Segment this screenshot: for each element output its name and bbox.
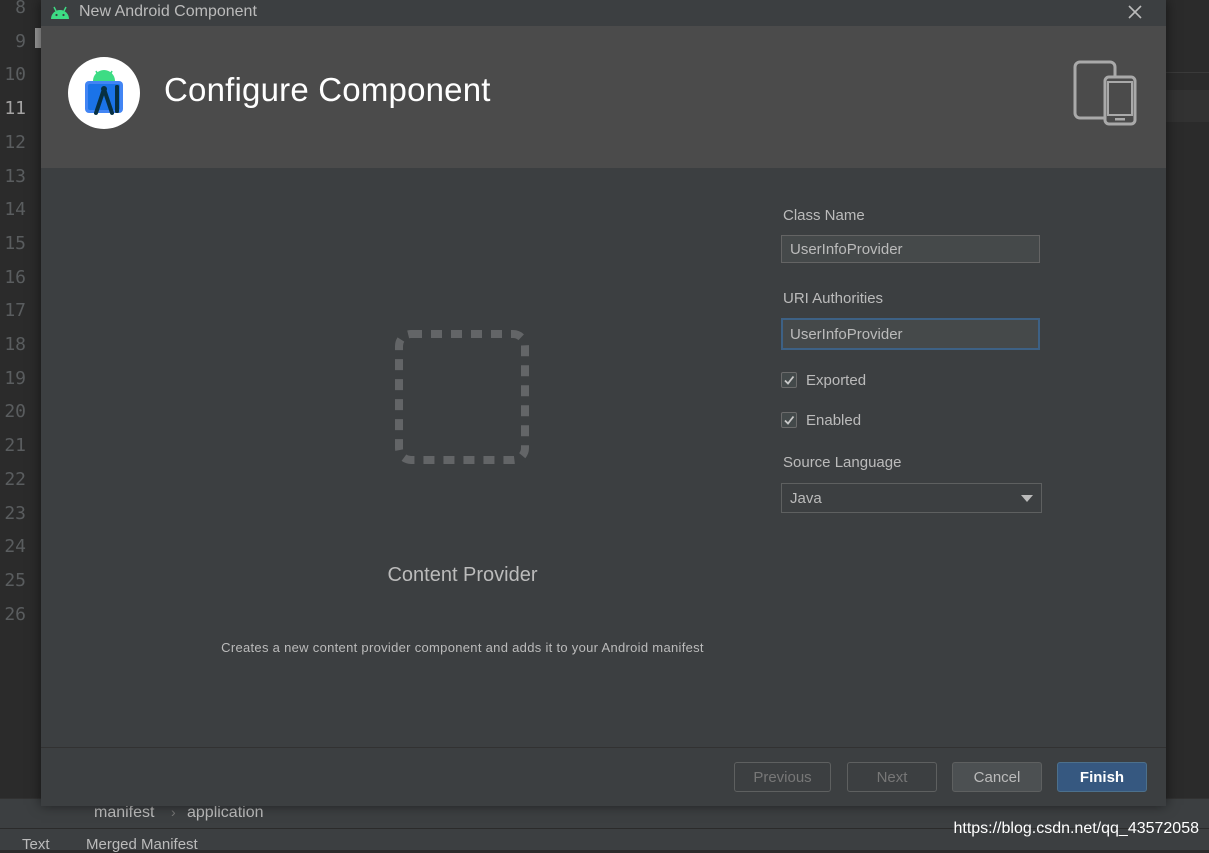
line-number: 23 [4,502,26,524]
line-number: 15 [4,232,26,254]
page-title: Configure Component [164,71,491,108]
cancel-button[interactable]: Cancel [952,762,1042,792]
source-language-select[interactable]: Java [781,483,1042,513]
line-number: 10 [4,64,26,86]
editor-gutter: 8 9 10 11 12 13 14 15 16 17 18 19 20 21 22 23 24 25 26 [0,0,32,800]
line-number: 19 [4,367,26,389]
check-icon [784,375,795,385]
class-name-label: Class Name [783,207,865,224]
dialog-titlebar[interactable]: New Android Component [41,0,1166,26]
line-number: 26 [4,603,26,625]
watermark-url: https://blog.csdn.net/qq_43572058 [953,820,1199,837]
finish-button[interactable]: Finish [1057,762,1147,792]
tab-text[interactable]: Text [22,836,50,853]
line-number: 14 [4,199,26,221]
line-number: 22 [4,468,26,490]
editor-current-line [1166,90,1209,122]
android-studio-logo-icon [68,57,140,129]
phone-tablet-icon [1073,60,1137,126]
breadcrumb-manifest[interactable]: manifest [94,804,154,822]
next-button[interactable]: Next [847,762,937,792]
uri-authorities-label: URI Authorities [783,290,884,307]
component-placeholder-icon [395,330,529,464]
dialog-footer: Previous Next Cancel Finish [41,747,1166,806]
line-number: 24 [4,536,26,558]
exported-checkbox[interactable] [781,372,797,388]
line-number: 8 [15,0,26,18]
source-language-label: Source Language [783,454,902,471]
check-icon [784,415,795,425]
enabled-checkbox-row[interactable]: Enabled [781,410,861,430]
exported-label: Exported [806,371,867,389]
enabled-label: Enabled [806,411,862,429]
dialog-header: Configure Component [41,26,1166,168]
chevron-down-icon [1021,495,1033,502]
breadcrumb-separator-icon: › [171,804,176,820]
dialog-body: Content Provider Creates a new content p… [41,168,1166,747]
line-number: 13 [4,165,26,187]
editor-divider [1166,72,1209,73]
new-android-component-dialog: New Android Component Configure Componen… [41,0,1166,806]
line-number: 16 [4,266,26,288]
android-head-icon [51,6,69,19]
line-number: 18 [4,334,26,355]
component-name: Content Provider [387,564,538,586]
previous-button[interactable]: Previous [734,762,831,792]
enabled-checkbox[interactable] [781,412,797,428]
source-language-value: Java [790,489,822,507]
close-button[interactable] [1122,0,1148,24]
class-name-input[interactable] [781,235,1040,263]
line-number: 17 [4,300,26,322]
tab-merged-manifest[interactable]: Merged Manifest [86,836,198,853]
close-icon [1128,5,1142,19]
line-number: 25 [4,569,26,591]
uri-authorities-input[interactable] [781,318,1040,350]
dialog-window-title: New Android Component [79,3,257,20]
line-number: 9 [15,30,26,52]
exported-checkbox-row[interactable]: Exported [781,370,866,390]
line-number: 11 [4,98,26,120]
line-number: 20 [4,401,26,423]
line-number: 21 [4,435,26,457]
line-number: 12 [4,131,26,153]
breadcrumb-application[interactable]: application [187,804,264,822]
component-description: Creates a new content provider component… [221,640,704,655]
